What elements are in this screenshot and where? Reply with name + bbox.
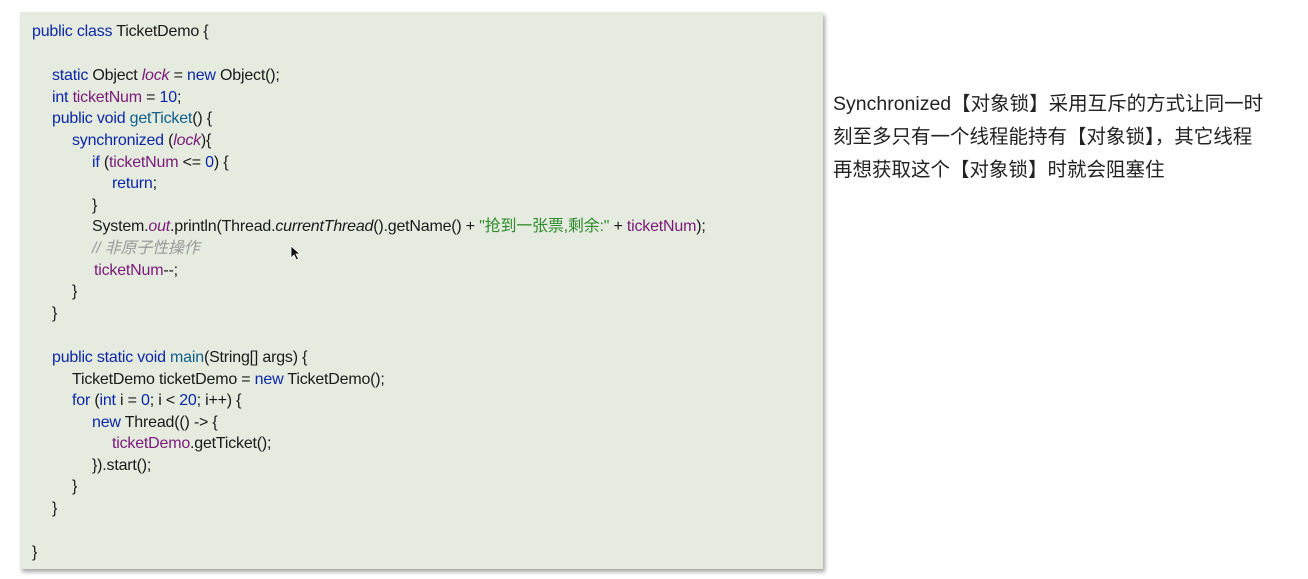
string-literal: "抢到一张票,剩余:": [479, 218, 610, 236]
number-literal: 20: [179, 392, 197, 410]
field-ticketnum: ticketNum: [72, 88, 143, 106]
code-line-method-decl: public void getTicket() {: [32, 108, 706, 130]
code-line-brace: }: [32, 476, 706, 498]
field-out: out: [148, 218, 171, 236]
code-token: }).start();: [92, 456, 152, 474]
code-line-main-decl: public static void main(String[] args) {: [32, 347, 706, 369]
code-token: Thread(() -> {: [124, 413, 218, 431]
brace: }: [92, 196, 98, 214]
paren-brace: ){: [200, 131, 212, 149]
brace: }: [72, 283, 78, 301]
description-line: Synchronized【对象锁】采用互斥的方式让同一时: [833, 93, 1264, 115]
paren-brace: ) {: [213, 153, 229, 171]
constructor-call: Object();: [220, 67, 280, 85]
code-line-ticket-decl: int ticketNum = 10;: [32, 87, 706, 109]
operator: <=: [182, 153, 202, 171]
number-literal: 0: [141, 392, 150, 410]
mouse-pointer-icon: [290, 245, 302, 261]
method-name: getTicket: [129, 110, 193, 128]
code-token: ; i <: [149, 392, 175, 410]
brace: }: [32, 544, 38, 562]
keyword: public class: [32, 23, 113, 40]
brace: }: [52, 304, 58, 322]
code-line-new-thread: new Thread(() -> {: [32, 412, 706, 434]
type-name: Object: [92, 67, 138, 85]
code-token: );: [696, 218, 706, 236]
code-token: .println(Thread.: [170, 218, 276, 236]
keyword: for: [72, 392, 91, 410]
field-ticketnum: ticketNum: [109, 153, 179, 171]
number-literal: 0: [205, 153, 214, 171]
keyword: static: [52, 67, 89, 85]
code-token: ().getName() +: [373, 218, 480, 236]
code-line-brace: }: [32, 281, 706, 303]
keyword: public void: [52, 110, 126, 128]
operator: +: [609, 218, 627, 236]
code-comment: // 非原子性操作: [92, 239, 200, 257]
method-name: main: [170, 348, 204, 366]
code-token: .getTicket();: [190, 435, 272, 453]
keyword: synchronized: [72, 131, 164, 149]
keyword: return: [112, 175, 153, 193]
code-token: System.: [92, 218, 149, 236]
semicolon: ;: [152, 175, 157, 193]
operator: --;: [163, 261, 178, 279]
code-line-brace: }: [32, 195, 706, 217]
method-currentthread: currentThread: [275, 218, 374, 236]
code-line-comment: // 非原子性操作: [32, 238, 706, 260]
code-line-call: ticketDemo.getTicket();: [32, 433, 706, 455]
method-signature: (String[] args) {: [203, 348, 308, 366]
keyword: if: [92, 153, 100, 171]
field-lock: lock: [141, 67, 170, 85]
method-signature: () {: [192, 110, 212, 128]
operator: =: [173, 67, 183, 85]
code-block: public class TicketDemo { static Object …: [32, 21, 706, 564]
field-lock: lock: [173, 131, 201, 149]
class-name: TicketDemo: [116, 23, 200, 40]
number-literal: 10: [159, 88, 178, 106]
code-snippet-panel: public class TicketDemo { static Object …: [20, 12, 823, 569]
code-line-return: return;: [32, 173, 706, 195]
code-line-for: for (int i = 0; i < 20; i++) {: [32, 390, 706, 412]
keyword: new: [92, 413, 121, 431]
brace: }: [52, 500, 58, 518]
code-line-demo-decl: TicketDemo ticketDemo = new TicketDemo()…: [32, 369, 706, 391]
description-line: 再想获取这个【对象锁】时就会阻塞住: [833, 159, 1165, 181]
code-line-class-decl: public class TicketDemo {: [32, 21, 706, 43]
keyword: new: [187, 67, 216, 85]
brace: }: [72, 478, 78, 496]
keyword: int: [52, 88, 69, 106]
keyword: int: [99, 392, 116, 410]
code-line-start: }).start();: [32, 455, 706, 477]
variable-ticketdemo: ticketDemo: [112, 435, 191, 453]
code-token: i =: [120, 392, 137, 410]
field-ticketnum: ticketNum: [626, 218, 697, 236]
code-line-brace: }: [32, 498, 706, 520]
constructor-call: TicketDemo();: [287, 370, 385, 388]
code-line-brace: }: [32, 303, 706, 325]
code-line-lock-decl: static Object lock = new Object();: [32, 65, 706, 87]
keyword: new: [254, 370, 284, 388]
operator: =: [146, 88, 156, 106]
code-line-decrement: ticketNum--;: [32, 260, 706, 282]
code-token: ; i++) {: [196, 392, 242, 410]
brace: {: [203, 23, 209, 40]
field-ticketnum: ticketNum: [94, 261, 164, 279]
description-text: Synchronized【对象锁】采用互斥的方式让同一时 刻至多只有一个线程能持…: [833, 88, 1308, 187]
code-line-synchronized: synchronized (lock){: [32, 130, 706, 152]
code-line-if: if (ticketNum <= 0) {: [32, 152, 706, 174]
keyword: public static void: [52, 348, 166, 366]
semicolon: ;: [176, 88, 182, 106]
description-line: 刻至多只有一个线程能持有【对象锁】，其它线程: [833, 126, 1253, 148]
code-token: TicketDemo ticketDemo =: [72, 370, 251, 388]
code-line-brace: }: [32, 542, 706, 564]
code-line-println: System.out.println(Thread.currentThread(…: [32, 216, 706, 238]
